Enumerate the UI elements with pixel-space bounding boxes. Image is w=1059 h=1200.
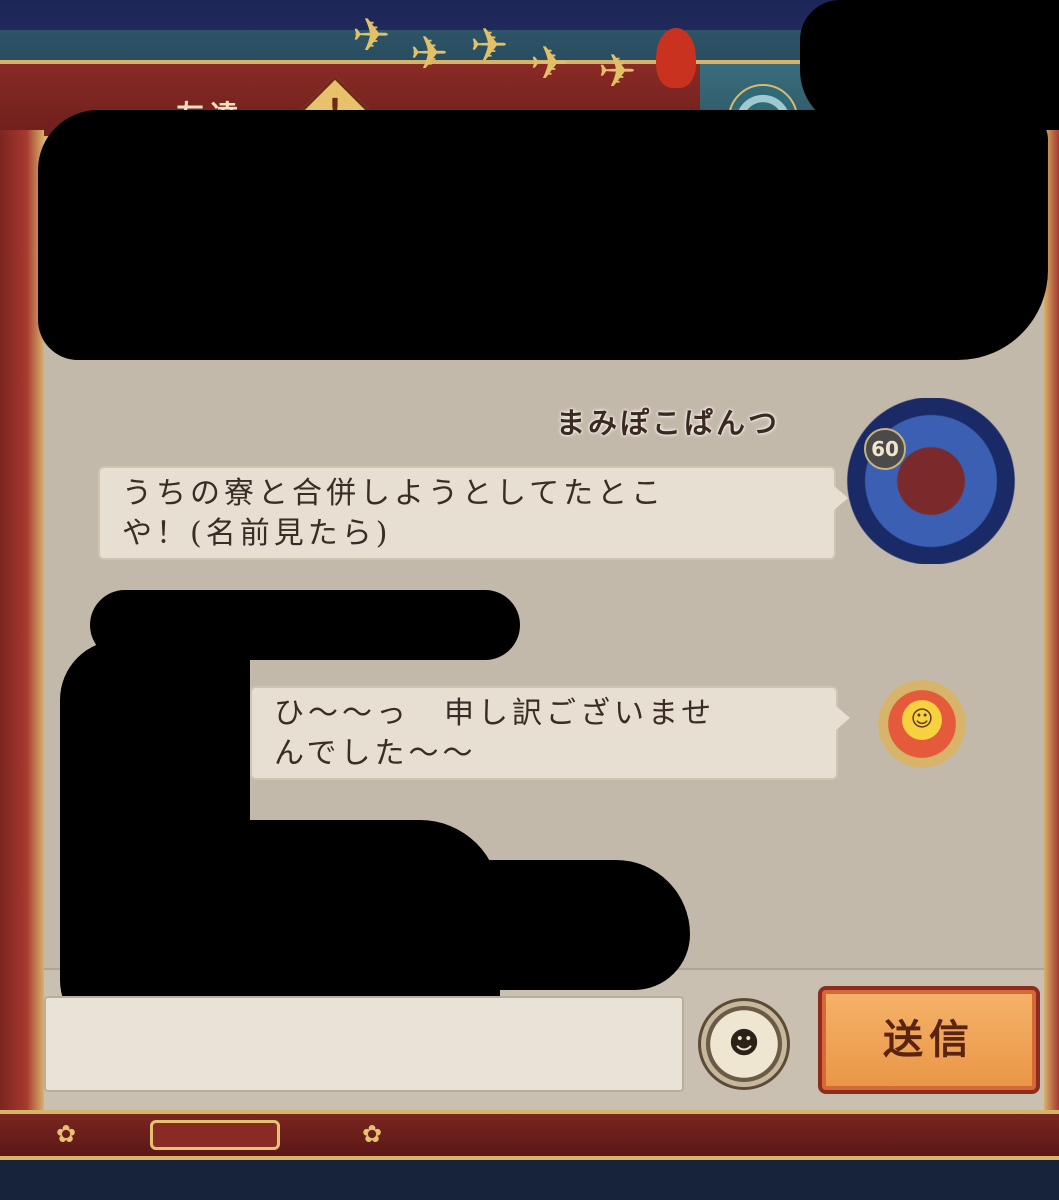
crane-decoration-icon: ✈ [598, 44, 637, 98]
flower-ornament-icon: ✿ [56, 1120, 77, 1148]
send-button-label: 送信 [883, 1016, 975, 1063]
message-input[interactable] [44, 996, 684, 1092]
emoji-button[interactable]: ☻ [698, 998, 790, 1090]
crane-decoration-icon: ✈ [352, 8, 391, 62]
send-button[interactable]: 送信 [818, 986, 1040, 1094]
message-text-line: や！(名前見たら) [122, 516, 392, 551]
crane-decoration-icon: ✈ [410, 26, 449, 80]
message-bubble: うちの寮と合併しようとしてたとこ や！(名前見たら) [98, 466, 848, 560]
message-bubble: ひ〜〜っ 申し訳ございませ んでした〜〜 [250, 686, 850, 780]
level-badge: 60 [864, 428, 906, 470]
bottom-background [0, 1160, 1059, 1200]
crane-decoration-icon: ✈ [470, 18, 509, 72]
redaction-mark [400, 860, 690, 990]
message-text-line: うちの寮と合併しようとしてたとこ [122, 476, 666, 511]
red-daruma-icon [656, 28, 696, 88]
redaction-mark [800, 0, 1059, 130]
smiley-face-icon: ☻ [723, 1023, 765, 1065]
message-text-line: んでした〜〜 [274, 736, 477, 771]
blue-flame-avatar-icon[interactable] [846, 398, 1016, 564]
crane-decoration-icon: ✈ [530, 36, 569, 90]
smiling-flower-icon: ☺ [902, 700, 942, 740]
redaction-mark [38, 110, 1048, 360]
sender-name: まみぽこぱんつ [556, 406, 781, 440]
message-text-line: ひ〜〜っ 申し訳ございませ [274, 696, 716, 731]
ornamental-plaque [150, 1120, 280, 1150]
flower-ornament-icon: ✿ [362, 1120, 383, 1148]
